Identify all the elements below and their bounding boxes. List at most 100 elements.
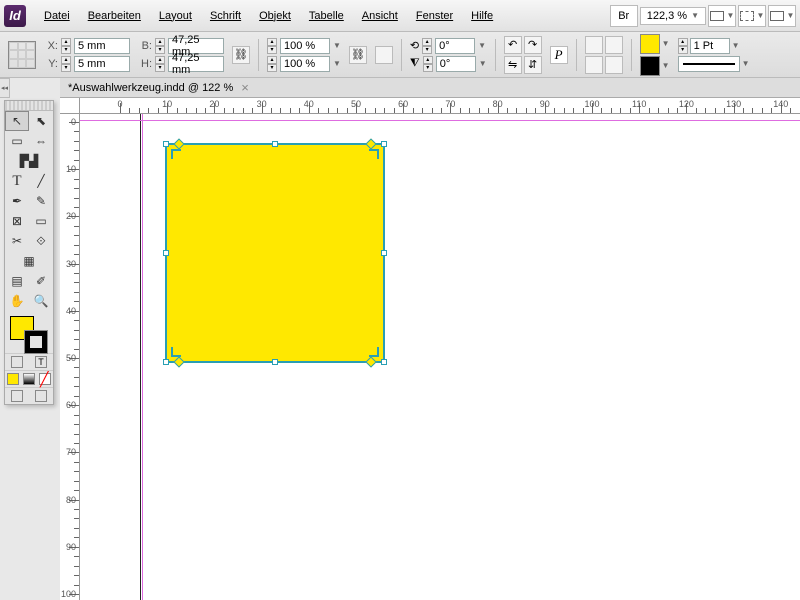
chevron-down-icon[interactable]: ▼ <box>662 39 670 48</box>
zoom-tool[interactable]: 🔍 <box>29 291 53 311</box>
link-scale-icon[interactable]: ⛓ <box>349 46 367 64</box>
line-tool[interactable]: ╱ <box>29 171 53 191</box>
menu-datei[interactable]: Datei <box>36 6 78 26</box>
screen-mode-button[interactable]: ▼ <box>708 5 736 27</box>
resize-handle-r[interactable] <box>381 250 387 256</box>
workspace-button[interactable]: ▼ <box>768 5 796 27</box>
toolbox-grip[interactable] <box>5 101 53 111</box>
type-tool[interactable]: T <box>5 171 29 191</box>
chevron-down-icon[interactable]: ▼ <box>333 41 341 50</box>
rotate-cw-icon[interactable]: ↷ <box>524 36 542 54</box>
reference-point[interactable] <box>8 41 36 69</box>
chevron-down-icon[interactable]: ▼ <box>742 59 750 68</box>
scale-x-field[interactable]: 100 % <box>280 38 330 54</box>
resize-handle-l[interactable] <box>163 250 169 256</box>
flip-h-icon[interactable]: ⇋ <box>504 56 522 74</box>
rectangle-frame-tool[interactable]: ⊠ <box>5 211 29 231</box>
horizontal-ruler[interactable]: 0102030405060708090100110120130140150 <box>80 98 800 114</box>
normal-view-icon[interactable] <box>11 390 23 402</box>
chevron-down-icon[interactable]: ▼ <box>479 59 487 68</box>
bridge-button[interactable]: Br <box>610 5 638 27</box>
ruler-origin[interactable] <box>60 98 80 114</box>
menu-tabelle[interactable]: Tabelle <box>301 6 352 26</box>
h-stepper[interactable]: ▴▾ <box>155 56 165 72</box>
note-tool[interactable]: ▤ <box>5 271 29 291</box>
scale-x-stepper[interactable]: ▴▾ <box>267 38 277 54</box>
live-corner-handle[interactable] <box>173 356 184 367</box>
shear-field[interactable]: 0° <box>436 56 476 72</box>
gradient-swatch-tool[interactable]: ▦ <box>5 251 53 271</box>
rectangle-tool[interactable]: ▭ <box>29 211 53 231</box>
stroke-style-field[interactable] <box>678 56 740 72</box>
resize-handle-tl[interactable] <box>163 141 169 147</box>
h-field[interactable]: 47,25 mm <box>168 56 224 72</box>
resize-handle-br[interactable] <box>381 359 387 365</box>
y-field[interactable]: 5 mm <box>74 56 130 72</box>
hand-tool[interactable]: ✋ <box>5 291 29 311</box>
stroke-weight-stepper[interactable]: ▴▾ <box>678 38 688 54</box>
document-tab[interactable]: *Auswahlwerkzeug.indd @ 122 % × <box>60 78 800 98</box>
apply-none-icon[interactable]: ╱ <box>39 373 51 385</box>
live-corner-handle[interactable] <box>173 138 184 149</box>
x-field[interactable]: 5 mm <box>74 38 130 54</box>
menu-schrift[interactable]: Schrift <box>202 6 249 26</box>
resize-handle-bl[interactable] <box>163 359 169 365</box>
rotate-field[interactable]: 0° <box>435 38 475 54</box>
canvas[interactable] <box>80 114 800 600</box>
apply-gradient-icon[interactable] <box>23 373 35 385</box>
stroke-weight-field[interactable]: 1 Pt <box>690 38 730 54</box>
menu-ansicht[interactable]: Ansicht <box>354 6 406 26</box>
clear-transform-icon[interactable] <box>375 46 393 64</box>
eyedropper-tool[interactable]: ✐ <box>29 271 53 291</box>
chevron-down-icon[interactable]: ▼ <box>478 41 486 50</box>
menu-layout[interactable]: Layout <box>151 6 200 26</box>
close-tab-icon[interactable]: × <box>241 80 249 95</box>
scale-y-stepper[interactable]: ▴▾ <box>267 56 277 72</box>
shear-stepper[interactable]: ▴▾ <box>423 56 433 72</box>
free-transform-tool[interactable]: ⟐ <box>29 231 53 251</box>
gap-tool[interactable]: ⇔ <box>29 131 53 151</box>
chevron-down-icon[interactable]: ▼ <box>732 41 740 50</box>
live-corner-handle[interactable] <box>365 138 376 149</box>
fill-swatch[interactable] <box>640 34 660 54</box>
resize-handle-b[interactable] <box>272 359 278 365</box>
panel-collapse-tab[interactable]: ◂◂ <box>0 78 10 98</box>
arrange-button[interactable]: ▼ <box>738 5 766 27</box>
w-stepper[interactable]: ▴▾ <box>155 38 165 54</box>
flip-v-icon[interactable]: ⇵ <box>524 56 542 74</box>
chevron-down-icon[interactable]: ▼ <box>333 59 341 68</box>
scale-y-field[interactable]: 100 % <box>280 56 330 72</box>
formatting-container-icon[interactable] <box>11 356 23 368</box>
scissors-tool[interactable]: ✂ <box>5 231 29 251</box>
rotate-ccw-icon[interactable]: ↶ <box>504 36 522 54</box>
selected-rectangle[interactable] <box>166 144 384 362</box>
constrain-proportions-icon[interactable]: ⛓ <box>232 46 250 64</box>
chevron-down-icon[interactable]: ▼ <box>662 61 670 70</box>
fill-stroke-swatches[interactable] <box>8 314 50 350</box>
select-container-icon[interactable] <box>585 36 603 54</box>
formatting-text-icon[interactable]: T <box>35 356 47 368</box>
vertical-ruler[interactable]: 0102030405060708090100110120 <box>60 114 80 600</box>
apply-color-icon[interactable] <box>7 373 19 385</box>
menu-fenster[interactable]: Fenster <box>408 6 461 26</box>
stroke-color-swatch[interactable] <box>24 330 48 354</box>
direct-selection-tool[interactable]: ⬉ <box>29 111 53 131</box>
resize-handle-t[interactable] <box>272 141 278 147</box>
zoom-level[interactable]: 122,3 %▼ <box>640 7 706 25</box>
pencil-tool[interactable]: ✎ <box>29 191 53 211</box>
page-tool[interactable]: ▭ <box>5 131 29 151</box>
select-next-icon[interactable] <box>605 56 623 74</box>
menu-objekt[interactable]: Objekt <box>251 6 299 26</box>
select-content-icon[interactable] <box>605 36 623 54</box>
y-stepper[interactable]: ▴▾ <box>61 56 71 72</box>
preview-view-icon[interactable] <box>35 390 47 402</box>
content-collector-tool[interactable]: ▛▟ <box>5 151 53 171</box>
rotate-stepper[interactable]: ▴▾ <box>422 38 432 54</box>
menu-hilfe[interactable]: Hilfe <box>463 6 501 26</box>
x-stepper[interactable]: ▴▾ <box>61 38 71 54</box>
live-corner-handle[interactable] <box>365 356 376 367</box>
menu-bearbeiten[interactable]: Bearbeiten <box>80 6 149 26</box>
stroke-swatch[interactable] <box>640 56 660 76</box>
pen-tool[interactable]: ✒ <box>5 191 29 211</box>
resize-handle-tr[interactable] <box>381 141 387 147</box>
